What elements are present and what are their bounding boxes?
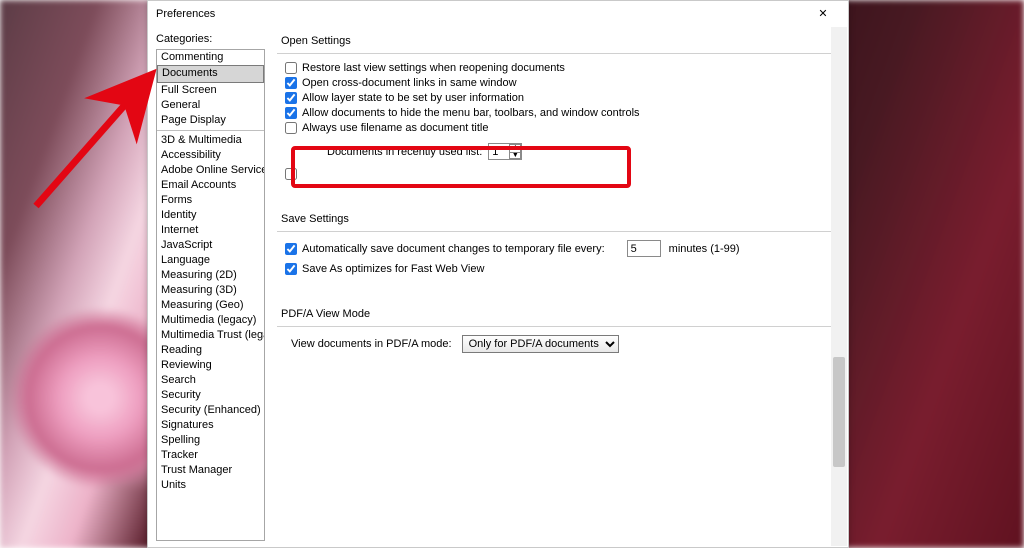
- hidden-checkbox[interactable]: [285, 168, 297, 180]
- pdfa-heading: PDF/A View Mode: [281, 308, 832, 320]
- category-item[interactable]: Trust Manager: [157, 463, 264, 478]
- dialog-scrollbar[interactable]: [831, 27, 847, 546]
- categories-panel: Categories: CommentingDocumentsFull Scre…: [148, 27, 271, 547]
- autosave-checkbox[interactable]: [285, 243, 297, 255]
- category-item[interactable]: Reading: [157, 343, 264, 358]
- save-settings-heading: Save Settings: [281, 213, 832, 225]
- hidemenus-checkbox[interactable]: [285, 107, 297, 119]
- restore-label: Restore last view settings when reopenin…: [302, 62, 565, 74]
- checkbox-row-restore: Restore last view settings when reopenin…: [285, 62, 832, 74]
- category-item[interactable]: Adobe Online Services: [157, 163, 264, 178]
- category-item[interactable]: Forms: [157, 193, 264, 208]
- pdfa-row: View documents in PDF/A mode: Only for P…: [285, 335, 832, 353]
- scrollbar-thumb[interactable]: [833, 357, 845, 467]
- autosave-row: Automatically save document changes to t…: [285, 240, 832, 257]
- category-item[interactable]: 3D & Multimedia: [157, 133, 264, 148]
- category-item[interactable]: Security (Enhanced): [157, 403, 264, 418]
- fastweb-label: Save As optimizes for Fast Web View: [302, 263, 484, 275]
- chevron-up-icon[interactable]: ▲: [509, 144, 521, 152]
- pdfa-label: View documents in PDF/A mode:: [291, 338, 452, 350]
- category-item[interactable]: Reviewing: [157, 358, 264, 373]
- restore-checkbox[interactable]: [285, 62, 297, 74]
- crossdoc-label: Open cross-document links in same window: [302, 77, 517, 89]
- divider: [277, 53, 832, 54]
- checkbox-row-crossdoc: Open cross-document links in same window: [285, 77, 832, 89]
- hidden-checkbox-row: x: [285, 168, 832, 180]
- category-item[interactable]: Email Accounts: [157, 178, 264, 193]
- chevron-down-icon[interactable]: ▼: [509, 152, 521, 160]
- autosave-label: Automatically save document changes to t…: [302, 243, 605, 255]
- checkbox-row-hidemenus: Allow documents to hide the menu bar, to…: [285, 107, 832, 119]
- category-item[interactable]: Full Screen: [157, 83, 264, 98]
- dialog-titlebar: Preferences ✕: [148, 1, 848, 27]
- category-item[interactable]: Measuring (Geo): [157, 298, 264, 313]
- category-item[interactable]: Measuring (3D): [157, 283, 264, 298]
- categories-list[interactable]: CommentingDocumentsFull ScreenGeneralPag…: [156, 49, 265, 541]
- category-item[interactable]: Commenting: [157, 50, 264, 65]
- dialog-title: Preferences: [156, 8, 806, 20]
- preferences-dialog: Preferences ✕ Categories: CommentingDocu…: [147, 0, 849, 548]
- category-item[interactable]: Documents: [157, 65, 264, 83]
- category-item[interactable]: Search: [157, 373, 264, 388]
- hidemenus-label: Allow documents to hide the menu bar, to…: [302, 107, 640, 119]
- category-item[interactable]: Signatures: [157, 418, 264, 433]
- category-item[interactable]: Tracker: [157, 448, 264, 463]
- category-item[interactable]: Multimedia (legacy): [157, 313, 264, 328]
- divider: [277, 231, 832, 232]
- category-item[interactable]: Language: [157, 253, 264, 268]
- filenametitle-checkbox[interactable]: [285, 122, 297, 134]
- category-item[interactable]: Spelling: [157, 433, 264, 448]
- layerstate-label: Allow layer state to be set by user info…: [302, 92, 524, 104]
- category-item[interactable]: Page Display: [157, 113, 264, 128]
- fastweb-row: Save As optimizes for Fast Web View: [285, 263, 832, 275]
- close-icon: ✕: [818, 9, 827, 20]
- fastweb-checkbox[interactable]: [285, 263, 297, 275]
- category-item[interactable]: Internet: [157, 223, 264, 238]
- category-item[interactable]: Security: [157, 388, 264, 403]
- recent-docs-row: Documents in recently used list: ▲ ▼: [327, 137, 832, 166]
- category-item[interactable]: Measuring (2D): [157, 268, 264, 283]
- recent-docs-stepper[interactable]: ▲ ▼: [488, 143, 522, 160]
- pdfa-mode-select[interactable]: Only for PDF/A documentsNeverAlways: [462, 335, 619, 353]
- category-item[interactable]: Accessibility: [157, 148, 264, 163]
- crossdoc-checkbox[interactable]: [285, 77, 297, 89]
- category-item[interactable]: JavaScript: [157, 238, 264, 253]
- settings-content: Open Settings Restore last view settings…: [271, 27, 848, 547]
- autosave-units: minutes (1-99): [669, 243, 740, 255]
- category-item[interactable]: Multimedia Trust (legacy): [157, 328, 264, 343]
- layerstate-checkbox[interactable]: [285, 92, 297, 104]
- checkbox-row-layerstate: Allow layer state to be set by user info…: [285, 92, 832, 104]
- category-item[interactable]: Units: [157, 478, 264, 493]
- autosave-minutes-input[interactable]: [627, 240, 661, 257]
- categories-label: Categories:: [156, 33, 265, 45]
- checkbox-row-filenametitle: Always use filename as document title: [285, 122, 832, 134]
- filenametitle-label: Always use filename as document title: [302, 122, 488, 134]
- category-item[interactable]: Identity: [157, 208, 264, 223]
- open-settings-heading: Open Settings: [281, 35, 832, 47]
- recent-docs-label: Documents in recently used list:: [327, 146, 482, 158]
- close-button[interactable]: ✕: [806, 3, 840, 25]
- divider: [277, 326, 832, 327]
- category-item[interactable]: General: [157, 98, 264, 113]
